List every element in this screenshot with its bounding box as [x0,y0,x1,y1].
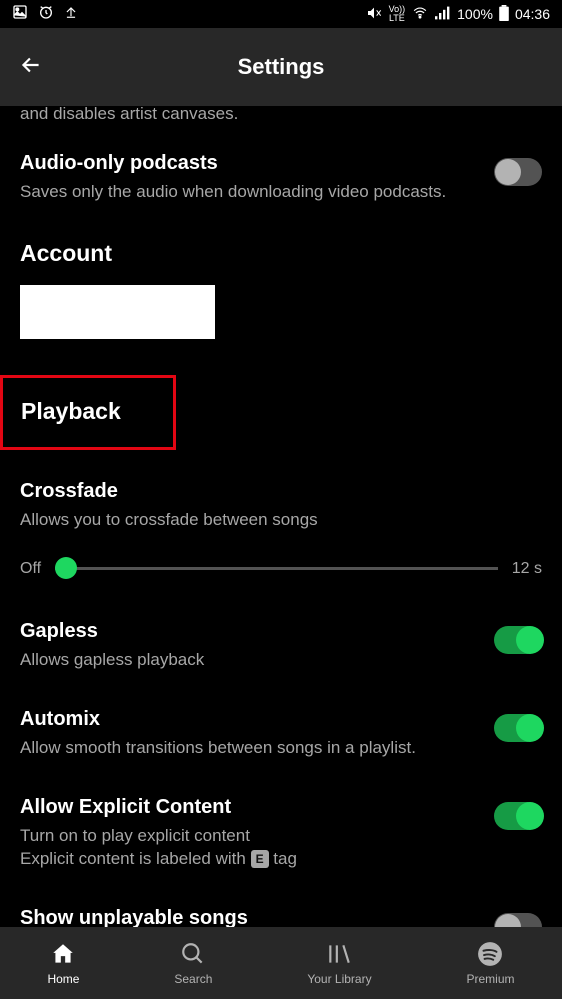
nav-home[interactable]: Home [47,940,79,986]
slider-min-label: Off [20,560,41,578]
setting-title: Audio-only podcasts [20,152,474,175]
explicit-badge: E [251,850,269,868]
mute-icon [365,5,383,24]
nav-label: Search [174,972,212,986]
setting-automix: Automix Allow smooth transitions between… [20,708,542,760]
account-info-redacted [20,285,215,339]
spotify-icon [477,940,503,968]
nav-premium[interactable]: Premium [466,940,514,986]
nav-library[interactable]: Your Library [307,940,371,986]
setting-explicit: Allow Explicit Content Turn on to play e… [20,796,542,871]
back-button[interactable] [18,52,44,83]
nav-label: Premium [466,972,514,986]
setting-title: Automix [20,708,474,731]
upload-icon [64,4,78,24]
setting-title: Allow Explicit Content [20,796,474,819]
settings-header: Settings [0,28,562,106]
setting-description: Allows gapless playback [20,649,474,672]
crossfade-slider[interactable] [55,567,498,570]
slider-max-label: 12 s [512,560,542,578]
clock-time: 04:36 [515,6,550,22]
toggle-audio-only[interactable] [494,158,542,186]
slider-thumb[interactable] [55,557,77,579]
truncated-description: and disables artist canvases. [20,106,542,124]
section-playback-highlighted: Playback [0,375,176,450]
nav-label: Your Library [307,972,371,986]
battery-percent: 100% [457,6,493,22]
setting-title: Crossfade [20,480,542,503]
setting-title: Gapless [20,620,474,643]
setting-description: Allows you to crossfade between songs [20,509,542,532]
alarm-icon [38,4,54,24]
battery-icon [499,5,509,24]
toggle-gapless[interactable] [494,626,542,654]
status-bar: Vo))LTE 100% 04:36 [0,0,562,28]
volte-indicator: Vo))LTE [389,5,406,23]
image-icon [12,4,28,24]
section-playback: Playback [21,398,173,425]
nav-label: Home [47,972,79,986]
setting-description: Allow smooth transitions between songs i… [20,737,474,760]
nav-search[interactable]: Search [174,940,212,986]
toggle-explicit[interactable] [494,802,542,830]
toggle-automix[interactable] [494,714,542,742]
bottom-navigation: Home Search Your Library Premium [0,927,562,999]
setting-description: Turn on to play explicit content Explici… [20,825,474,871]
setting-description: Saves only the audio when downloading vi… [20,181,474,204]
signal-icon [435,6,451,23]
home-icon [50,940,76,968]
library-icon [326,940,352,968]
setting-gapless: Gapless Allows gapless playback [20,620,542,672]
section-account: Account [20,240,542,267]
search-icon [180,940,206,968]
setting-audio-only-podcasts: Audio-only podcasts Saves only the audio… [20,152,542,204]
setting-crossfade: Crossfade Allows you to crossfade betwee… [20,480,542,532]
page-title: Settings [16,54,546,80]
wifi-icon [411,6,429,23]
